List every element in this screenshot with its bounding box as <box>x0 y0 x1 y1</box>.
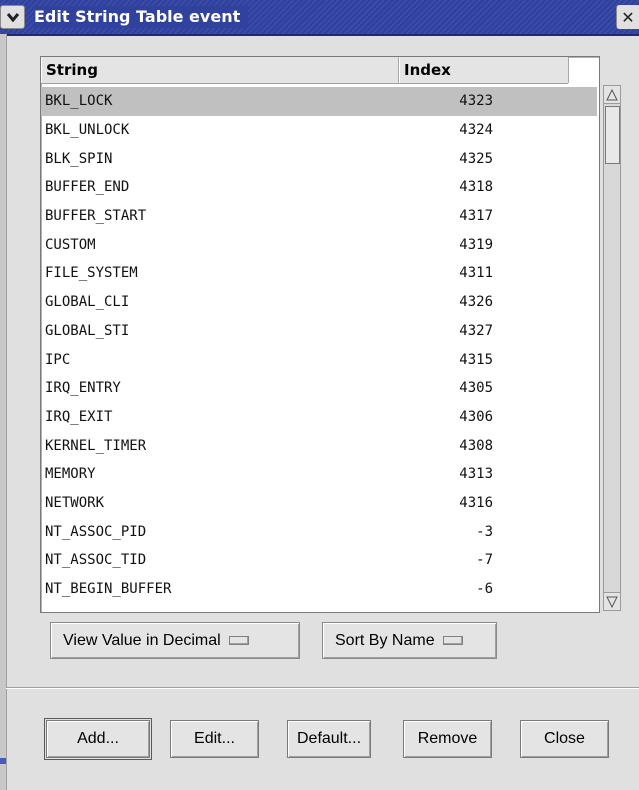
table-row[interactable]: BUFFER_END 4318 <box>41 173 597 202</box>
column-header-index[interactable]: Index <box>399 57 569 83</box>
row-index: 4326 <box>459 294 493 311</box>
row-index: 4325 <box>459 150 493 167</box>
table-row[interactable]: IRQ_ENTRY 4305 <box>41 374 597 403</box>
view-value-option-menu[interactable]: View Value in Decimal <box>50 622 300 659</box>
window-menu-button[interactable] <box>0 5 25 29</box>
view-value-label: View Value in Decimal <box>63 631 221 649</box>
option-menu-indicator-icon <box>228 636 249 645</box>
row-string: NT_BEGIN_BUFFER <box>45 581 172 598</box>
row-index: 4318 <box>459 179 493 196</box>
table-row[interactable]: BUFFER_START 4317 <box>41 202 597 231</box>
dialog-window: Edit String Table event ✕ String Index B… <box>0 0 639 790</box>
edit-button[interactable]: Edit... <box>170 720 259 758</box>
sort-by-label: Sort By Name <box>335 631 435 649</box>
row-string: BKL_UNLOCK <box>45 122 130 139</box>
column-header-string[interactable]: String <box>41 57 399 83</box>
table-row[interactable]: BLK_SPIN 4325 <box>41 144 597 173</box>
window-title: Edit String Table event <box>34 6 249 28</box>
close-icon[interactable]: ✕ <box>616 5 639 29</box>
table-row[interactable]: KERNEL_TIMER 4308 <box>41 431 597 460</box>
row-index: 4324 <box>459 122 493 139</box>
table-row[interactable]: CUSTOM 4319 <box>41 230 597 259</box>
list-header: String Index <box>41 57 569 84</box>
row-string: MEMORY <box>45 466 96 483</box>
row-index: 4305 <box>459 380 493 397</box>
row-string: BUFFER_END <box>45 179 130 196</box>
row-string: GLOBAL_STI <box>45 322 130 339</box>
chevron-down-icon <box>6 13 19 22</box>
string-table-list[interactable]: String Index BKL_LOCK 4323 BKL_UNLOCK 4324 B… <box>40 56 621 613</box>
table-row[interactable]: MEMORY 4313 <box>41 460 597 489</box>
row-string: BUFFER_START <box>45 208 147 225</box>
separator <box>6 687 639 689</box>
row-index: -7 <box>476 552 493 569</box>
row-index: 4311 <box>459 265 493 282</box>
scroll-down-arrow-icon[interactable] <box>604 592 620 610</box>
row-string: NT_ASSOC_PID <box>45 523 147 540</box>
table-row[interactable]: NT_ASSOC_TID -7 <box>41 546 597 575</box>
row-string: GLOBAL_CLI <box>45 294 130 311</box>
table-row[interactable]: FILE_SYSTEM 4311 <box>41 259 597 288</box>
row-index: 4316 <box>459 494 493 511</box>
table-row[interactable]: GLOBAL_CLI 4326 <box>41 288 597 317</box>
row-index: 4306 <box>459 408 493 425</box>
default-button[interactable]: Default... <box>287 720 371 758</box>
row-index: 4313 <box>459 466 493 483</box>
add-button[interactable]: Add... <box>44 718 152 760</box>
table-row[interactable]: IPC 4315 <box>41 345 597 374</box>
row-string: NT_ASSOC_TID <box>45 552 147 569</box>
row-index: 4308 <box>459 437 493 454</box>
sort-by-option-menu[interactable]: Sort By Name <box>322 622 497 659</box>
table-row[interactable]: NT_BEGIN_BUFFER -6 <box>41 575 597 604</box>
scroll-up-arrow-icon[interactable] <box>604 86 620 104</box>
row-string: BKL_LOCK <box>45 93 113 110</box>
window-left-border <box>0 34 7 790</box>
row-string: KERNEL_TIMER <box>45 437 147 454</box>
remove-button[interactable]: Remove <box>403 720 492 758</box>
option-menu-indicator-icon <box>442 636 463 645</box>
row-index: 4315 <box>459 351 493 368</box>
row-string: BLK_SPIN <box>45 150 113 167</box>
table-row[interactable]: NT_ASSOC_PID -3 <box>41 517 597 546</box>
row-index: 4327 <box>459 322 493 339</box>
table-row[interactable]: BKL_UNLOCK 4324 <box>41 116 597 145</box>
close-button[interactable]: Close <box>520 720 609 758</box>
row-string: NETWORK <box>45 494 105 511</box>
row-index: 4323 <box>459 93 493 110</box>
row-string: FILE_SYSTEM <box>45 265 138 282</box>
row-string: IRQ_EXIT <box>45 408 113 425</box>
table-row[interactable]: IRQ_EXIT 4306 <box>41 403 597 432</box>
row-index: 4319 <box>459 236 493 253</box>
row-index: -3 <box>476 523 493 540</box>
window-corner-accent <box>0 758 6 764</box>
row-string: CUSTOM <box>45 236 96 253</box>
vertical-scrollbar[interactable] <box>603 85 621 611</box>
scrollbar-thumb[interactable] <box>605 106 620 164</box>
table-row[interactable]: GLOBAL_STI 4327 <box>41 317 597 346</box>
list-rows: BKL_LOCK 4323 BKL_UNLOCK 4324 BLK_SPIN 4325 BU… <box>41 87 597 603</box>
table-row[interactable]: BKL_LOCK 4323 <box>41 87 597 116</box>
row-string: IRQ_ENTRY <box>45 380 121 397</box>
row-index: -6 <box>476 581 493 598</box>
title-bar[interactable]: Edit String Table event ✕ <box>0 0 639 36</box>
row-index: 4317 <box>459 208 493 225</box>
row-string: IPC <box>45 351 71 368</box>
table-row[interactable]: NETWORK 4316 <box>41 489 597 518</box>
